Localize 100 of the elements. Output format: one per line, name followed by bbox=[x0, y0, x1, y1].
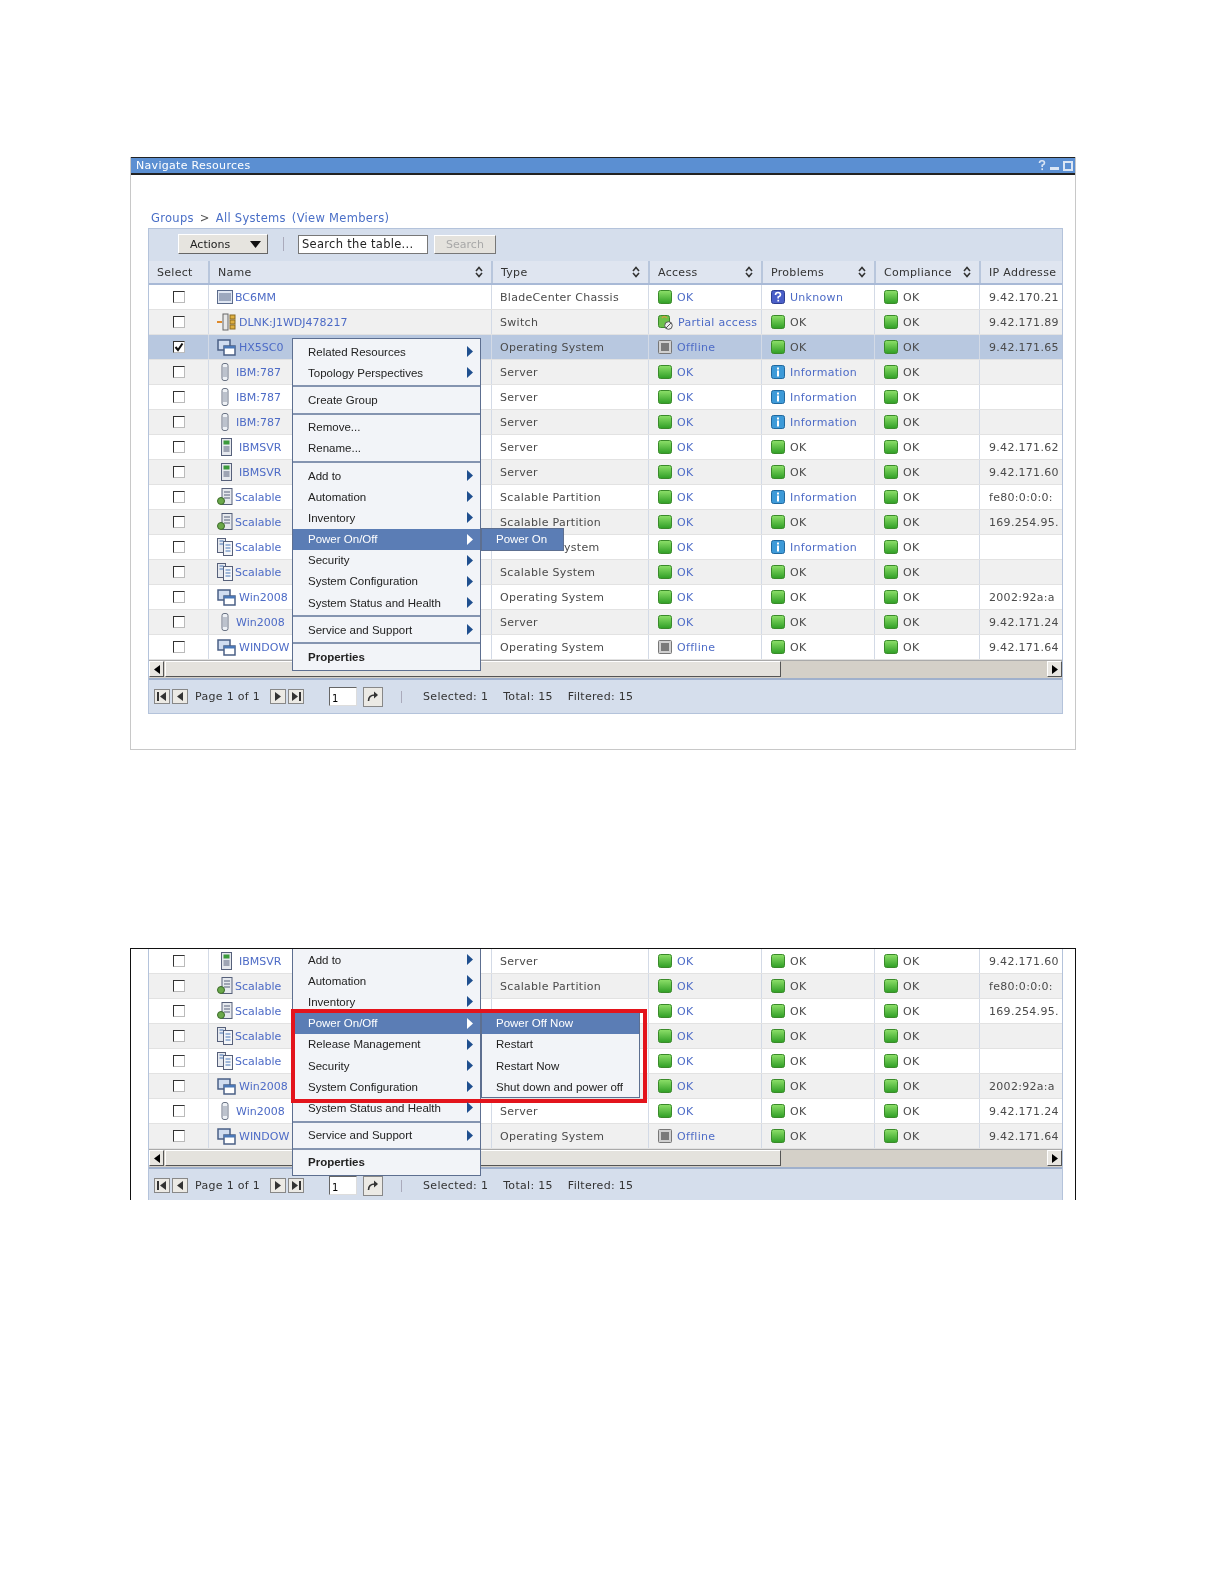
menu-item[interactable]: Automation bbox=[293, 486, 480, 508]
search-field[interactable]: Search the table... bbox=[298, 234, 428, 254]
first-page-button[interactable] bbox=[154, 1178, 170, 1193]
status-link[interactable]: OK bbox=[677, 565, 694, 579]
menu-item[interactable]: Restart bbox=[482, 1033, 640, 1055]
next-page-button[interactable] bbox=[270, 689, 287, 704]
menu-item[interactable]: Remove... bbox=[293, 416, 480, 438]
page-number-field[interactable]: 1 bbox=[329, 687, 358, 706]
go-button[interactable] bbox=[363, 1175, 384, 1196]
status-link[interactable]: Information bbox=[790, 390, 857, 404]
checkbox[interactable] bbox=[172, 566, 185, 578]
checkbox[interactable] bbox=[172, 955, 185, 967]
scroll-right-icon[interactable] bbox=[1051, 1153, 1058, 1163]
status-link[interactable]: OK bbox=[677, 465, 694, 479]
status-link[interactable]: OK bbox=[677, 1104, 694, 1118]
status-link[interactable]: Offline bbox=[677, 340, 716, 354]
previous-page-button[interactable] bbox=[172, 689, 188, 704]
resource-link[interactable]: Win2008 bbox=[236, 615, 285, 629]
status-link[interactable]: OK bbox=[677, 1054, 694, 1068]
checkbox[interactable] bbox=[172, 316, 185, 328]
resource-link[interactable]: WINDOW bbox=[239, 640, 290, 654]
status-link[interactable]: OK bbox=[677, 290, 694, 304]
next-page-button[interactable] bbox=[270, 1178, 287, 1193]
checkbox[interactable] bbox=[172, 391, 185, 403]
menu-item[interactable]: Create Group bbox=[293, 389, 480, 411]
status-link[interactable]: Unknown bbox=[790, 290, 844, 304]
column-header[interactable]: Compliance bbox=[874, 261, 979, 283]
menu-item[interactable]: Related Resources bbox=[293, 341, 480, 363]
resource-link[interactable]: Win2008 bbox=[239, 590, 288, 604]
status-link[interactable]: OK bbox=[677, 365, 694, 379]
go-button[interactable] bbox=[363, 686, 384, 707]
column-header[interactable]: Access bbox=[648, 261, 761, 283]
resource-link[interactable]: IBMSVR bbox=[239, 954, 282, 968]
resource-link[interactable]: DLNK:J1WDJ478217 bbox=[239, 315, 348, 329]
status-link[interactable]: OK bbox=[677, 590, 694, 604]
checkbox[interactable] bbox=[172, 980, 185, 992]
resource-link[interactable]: Win2008 bbox=[239, 1079, 288, 1093]
checkbox[interactable] bbox=[172, 1055, 185, 1067]
resource-link[interactable]: Scalable bbox=[235, 1054, 282, 1068]
status-link[interactable]: OK bbox=[677, 390, 694, 404]
status-link[interactable]: OK bbox=[677, 954, 694, 968]
checkbox[interactable] bbox=[172, 541, 185, 553]
menu-item[interactable]: Add to bbox=[293, 949, 480, 971]
status-link[interactable]: OK bbox=[677, 515, 694, 529]
menu-item[interactable]: Service and Support bbox=[293, 1124, 480, 1146]
resource-link[interactable]: Scalable bbox=[235, 979, 282, 993]
first-page-button[interactable] bbox=[154, 689, 170, 704]
menu-item[interactable]: Topology Perspectives bbox=[293, 362, 480, 384]
status-link[interactable]: OK bbox=[677, 440, 694, 454]
checkbox[interactable] bbox=[172, 466, 185, 478]
column-header[interactable]: IP Addresse bbox=[979, 261, 1062, 283]
resource-link[interactable]: IBM:787 bbox=[236, 365, 281, 379]
last-page-button[interactable] bbox=[288, 1178, 305, 1193]
column-header[interactable]: Type bbox=[491, 261, 648, 283]
table-row[interactable]: DLNK:J1WDJ478217 Switch Partial access OK OK 9.42.171.89 bbox=[149, 310, 1062, 335]
menu-item[interactable]: System Status and Health bbox=[293, 1097, 480, 1119]
scroll-left-icon[interactable] bbox=[153, 1153, 160, 1163]
checkbox[interactable] bbox=[172, 291, 185, 303]
resource-link[interactable]: Scalable bbox=[235, 1004, 282, 1018]
menu-item[interactable]: Shut down and power off bbox=[482, 1076, 640, 1098]
resource-link[interactable]: Scalable bbox=[235, 490, 282, 504]
actions-button[interactable]: Actions bbox=[178, 234, 268, 254]
menu-item[interactable]: Power Off Now bbox=[482, 1012, 640, 1034]
checkbox[interactable] bbox=[172, 491, 185, 503]
scroll-left-icon[interactable] bbox=[153, 664, 160, 674]
status-link[interactable]: Information bbox=[790, 490, 857, 504]
menu-item[interactable]: Restart Now bbox=[482, 1054, 640, 1077]
menu-item[interactable]: Inventory bbox=[293, 507, 480, 529]
menu-item[interactable]: Power On bbox=[482, 528, 564, 550]
menu-item[interactable]: Properties bbox=[293, 1151, 480, 1173]
resource-link[interactable]: WINDOW bbox=[239, 1129, 290, 1143]
resource-link[interactable]: IBM:787 bbox=[236, 415, 281, 429]
checkbox[interactable] bbox=[172, 1130, 185, 1142]
breadcrumb-link[interactable]: (View Members) bbox=[291, 211, 390, 225]
status-link[interactable]: OK bbox=[677, 415, 694, 429]
resource-link[interactable]: IBMSVR bbox=[239, 440, 282, 454]
page-number-field[interactable]: 1 bbox=[329, 1176, 358, 1195]
checkbox[interactable] bbox=[172, 1105, 185, 1117]
checkbox[interactable] bbox=[172, 616, 185, 628]
breadcrumb-link[interactable]: Groups bbox=[151, 211, 194, 225]
status-link[interactable]: OK bbox=[677, 490, 694, 504]
resource-link[interactable]: Scalable bbox=[235, 1029, 282, 1043]
column-header[interactable]: Name bbox=[208, 261, 491, 283]
resource-link[interactable]: Scalable bbox=[235, 540, 282, 554]
checkbox[interactable] bbox=[172, 341, 185, 353]
status-link[interactable]: Partial access bbox=[678, 315, 758, 329]
status-link[interactable]: Information bbox=[790, 540, 857, 554]
resource-link[interactable]: IBM:787 bbox=[236, 390, 281, 404]
checkbox[interactable] bbox=[172, 366, 185, 378]
table-row[interactable]: BC6MM BladeCenter Chassis OK Unknown OK 9.42.170.21 bbox=[149, 285, 1062, 310]
column-header[interactable]: Select bbox=[149, 261, 208, 283]
resource-link[interactable]: BC6MM bbox=[235, 290, 276, 304]
status-link[interactable]: Offline bbox=[677, 640, 716, 654]
status-link[interactable]: OK bbox=[677, 1004, 694, 1018]
checkbox[interactable] bbox=[172, 416, 185, 428]
status-link[interactable]: OK bbox=[677, 615, 694, 629]
checkbox[interactable] bbox=[172, 1005, 185, 1017]
status-link[interactable]: OK bbox=[677, 979, 694, 993]
status-link[interactable]: OK bbox=[677, 1029, 694, 1043]
resource-link[interactable]: Scalable bbox=[235, 565, 282, 579]
